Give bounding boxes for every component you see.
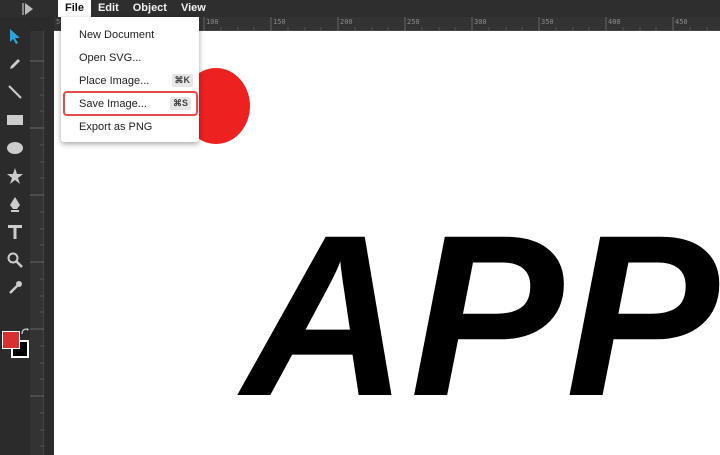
menu-view[interactable]: View xyxy=(174,0,213,17)
ruler-tick: 350 xyxy=(541,18,554,26)
text-tool-icon[interactable] xyxy=(4,221,26,243)
toolbar xyxy=(0,17,30,455)
shortcut-badge: ⌘K xyxy=(171,74,193,87)
menu-item-export-png[interactable]: Export as PNG xyxy=(61,115,199,138)
menubar: File Edit Object View xyxy=(0,0,720,17)
swap-colors-icon[interactable] xyxy=(21,323,29,341)
file-menu-dropdown: New Document Open SVG... Place Image... … xyxy=(61,17,199,142)
ruler-tick: 250 xyxy=(407,18,420,26)
star-tool-icon[interactable] xyxy=(4,165,26,187)
menu-item-label: New Document xyxy=(79,28,155,41)
apps-text-shape[interactable]: APPS xyxy=(242,201,720,431)
ruler-tick: 450 xyxy=(675,18,688,26)
ruler-tick: 100 xyxy=(206,18,219,26)
editor-app: File Edit Object View 100 150 200 250 30… xyxy=(0,0,720,455)
pencil-tool-icon[interactable] xyxy=(4,53,26,75)
menu-item-open-svg[interactable]: Open SVG... xyxy=(61,46,199,69)
menu-item-new-document[interactable]: New Document xyxy=(61,23,199,46)
select-tool-icon[interactable] xyxy=(4,25,26,47)
menu-item-place-image[interactable]: Place Image... ⌘K xyxy=(61,69,199,92)
menu-file[interactable]: File xyxy=(58,0,91,17)
ruler-tick: 300 xyxy=(474,18,487,26)
line-tool-icon[interactable] xyxy=(4,81,26,103)
pen-tool-icon[interactable] xyxy=(4,193,26,215)
menu-item-save-image[interactable]: Save Image... ⌘S xyxy=(63,91,198,116)
fill-color-swatch[interactable] xyxy=(2,331,20,349)
app-logo-icon[interactable] xyxy=(0,0,58,17)
zoom-tool-icon[interactable] xyxy=(4,249,26,271)
menu-item-label: Open SVG... xyxy=(79,51,142,64)
ruler-tick: 150 xyxy=(273,18,286,26)
canvas-gutter xyxy=(44,31,54,455)
rectangle-tool-icon[interactable] xyxy=(4,109,26,131)
ruler-corner xyxy=(30,17,54,31)
ruler-tick: 200 xyxy=(340,18,353,26)
eyedropper-tool-icon[interactable] xyxy=(4,277,26,299)
menu-item-label: Save Image... xyxy=(79,97,147,110)
shortcut-badge: ⌘S xyxy=(169,97,191,110)
menu-object[interactable]: Object xyxy=(126,0,174,17)
menu-item-label: Export as PNG xyxy=(79,120,153,133)
ruler-left xyxy=(30,31,44,455)
menu-edit[interactable]: Edit xyxy=(91,0,126,17)
menu-item-label: Place Image... xyxy=(79,74,150,87)
ellipse-tool-icon[interactable] xyxy=(4,137,26,159)
ruler-tick: 400 xyxy=(608,18,621,26)
